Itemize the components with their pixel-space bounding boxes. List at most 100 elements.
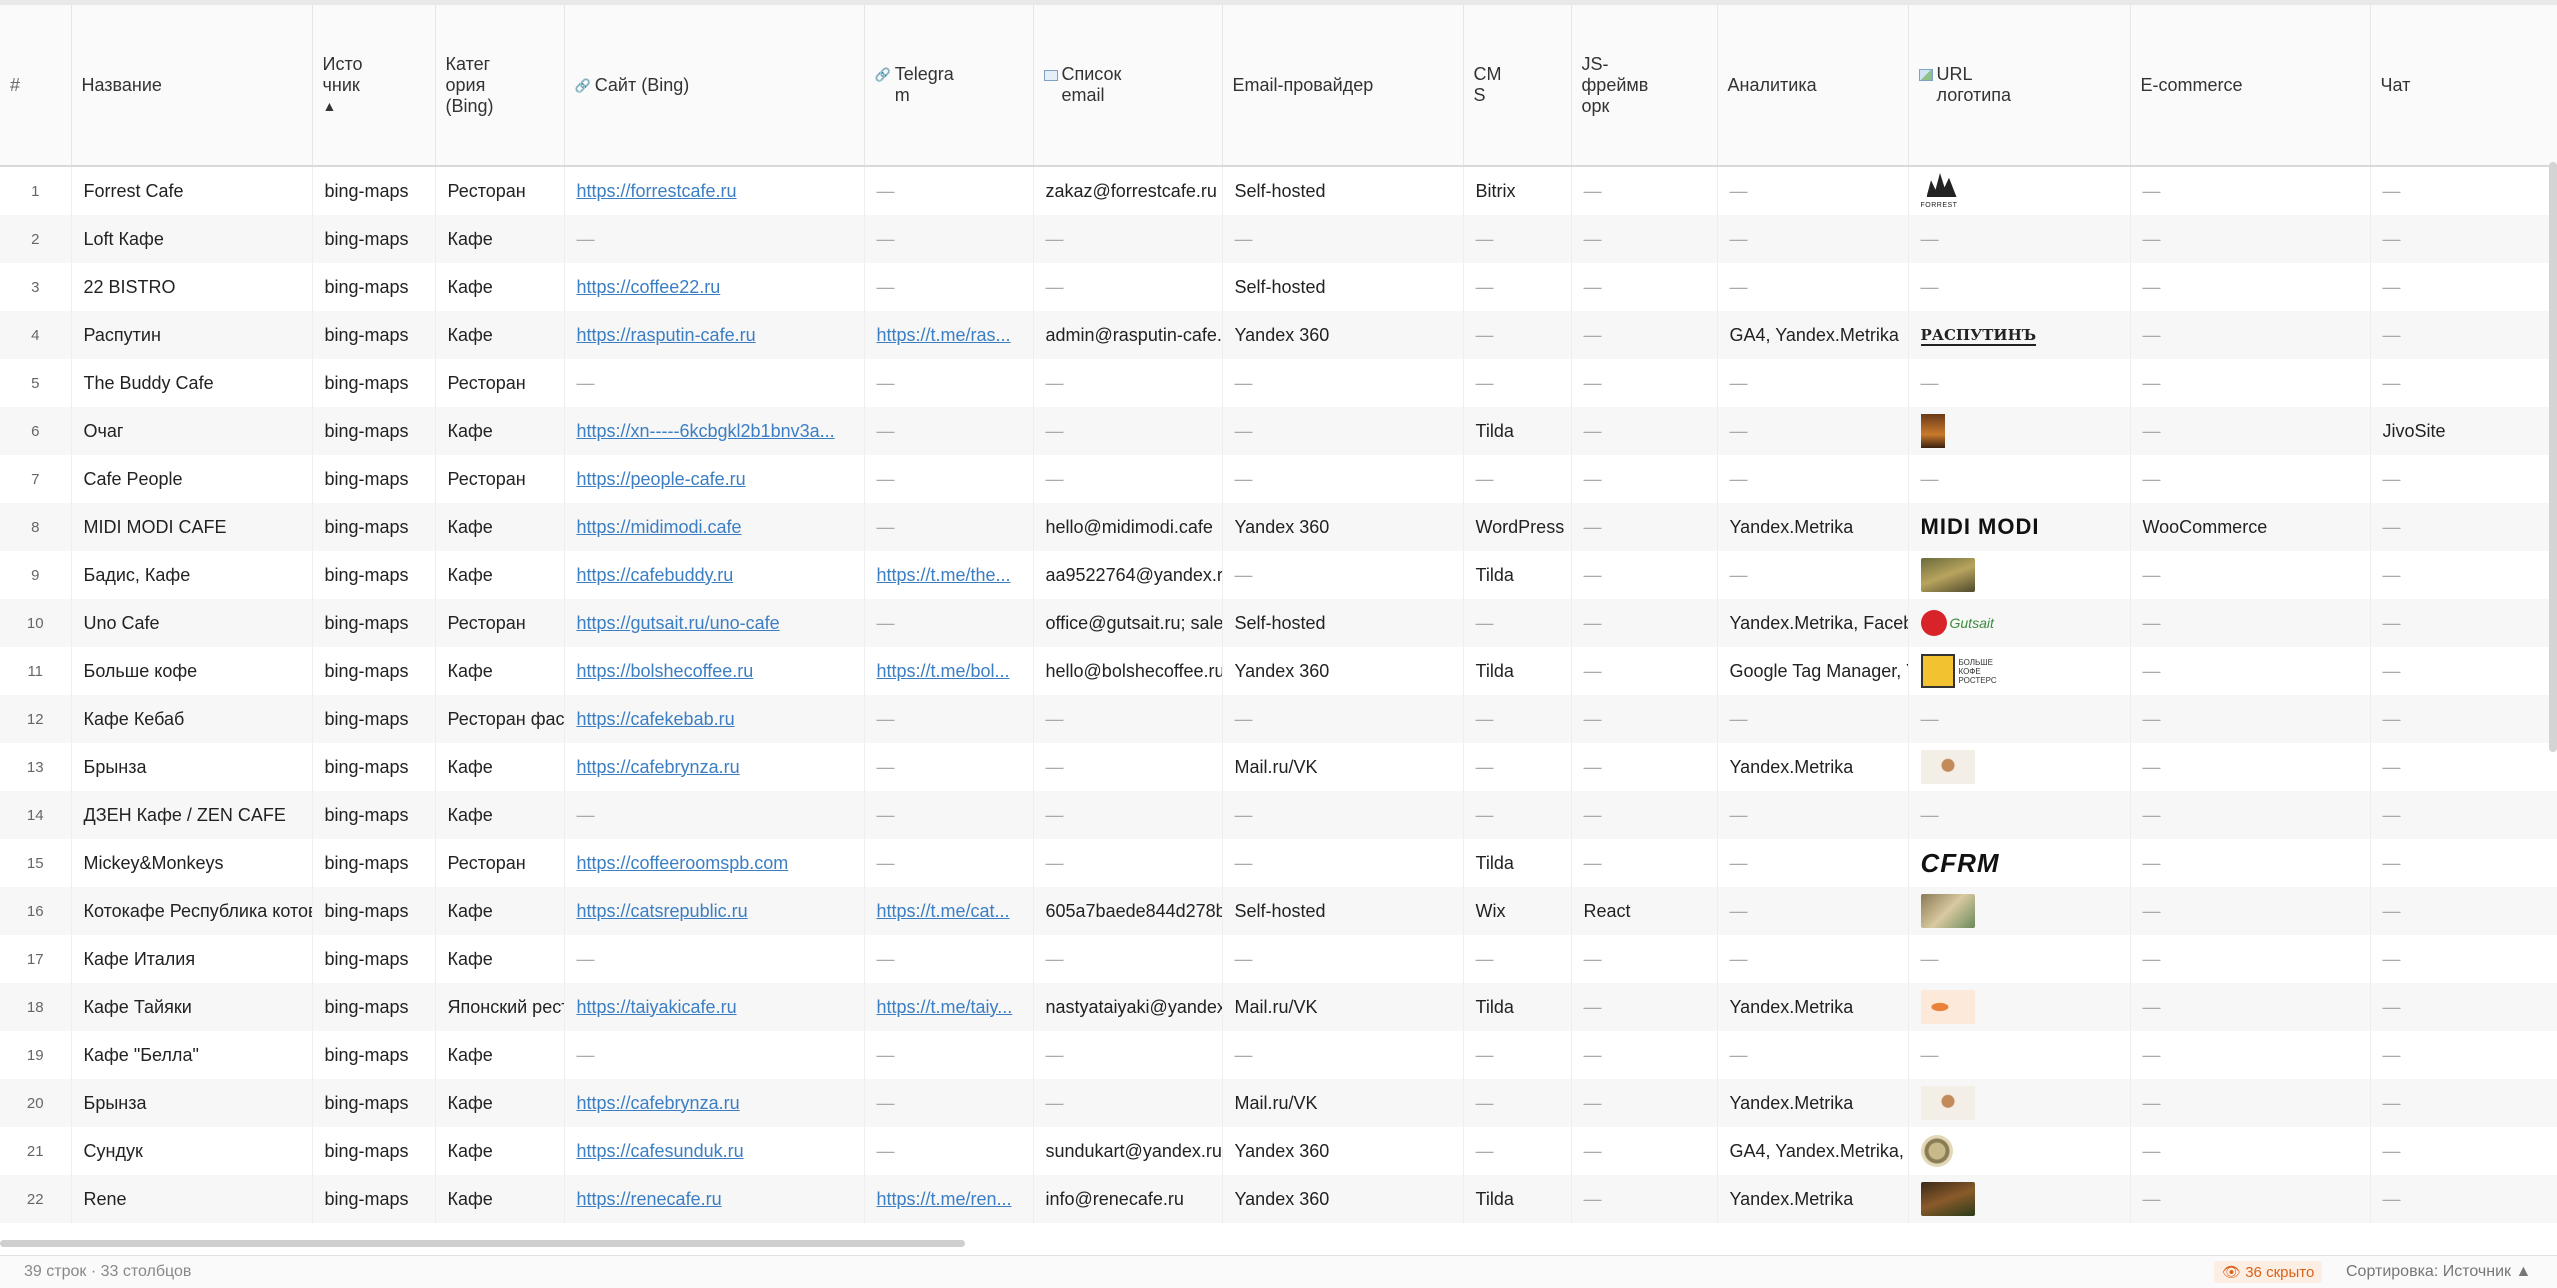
cell-category[interactable]: Кафе — [435, 791, 565, 839]
cell-analytics[interactable]: — — [1717, 551, 1909, 599]
cell-analytics[interactable]: Yandex.Metrika, Facebo — [1717, 599, 1909, 647]
cell-logo[interactable] — [1908, 166, 2131, 215]
table-row[interactable]: 5 The Buddy Cafe bing-maps Ресторан — — — — — — — —… — [0, 359, 2557, 407]
cell-ecommerce[interactable]: — — [2130, 407, 2371, 455]
cell-num[interactable]: 11 — [0, 647, 72, 695]
cell-emails[interactable]: — — [1033, 743, 1223, 791]
table-row[interactable]: 13 Брынза bing-maps Кафе https://cafebrynza.… — [0, 743, 2557, 791]
cell-emails[interactable]: nastyataiyaki@yandex — [1033, 983, 1223, 1031]
telegram-link[interactable]: https://t.me/ren... — [877, 1189, 1012, 1209]
cell-name[interactable]: Распутин — [71, 311, 313, 359]
cell-logo[interactable]: БОЛЬШЕ КОФЕ РОСТЕРС — [1908, 647, 2131, 695]
cell-js[interactable]: — — [1571, 791, 1718, 839]
cell-emails[interactable]: hello@bolshecoffee.ru — [1033, 647, 1223, 695]
cell-emails[interactable]: office@gutsait.ru; sale — [1033, 599, 1223, 647]
cell-js[interactable]: — — [1571, 935, 1718, 983]
cell-telegram[interactable]: — — [864, 455, 1034, 503]
cell-email-provider[interactable]: Yandex 360 — [1222, 1127, 1464, 1175]
cell-cms[interactable]: — — [1463, 1127, 1572, 1175]
cell-emails[interactable]: — — [1033, 455, 1223, 503]
cell-emails[interactable]: hello@midimodi.cafe — [1033, 503, 1223, 551]
table-row[interactable]: 22 Rene bing-maps Кафе https://renecafe.ru ht… — [0, 1175, 2557, 1223]
cell-source[interactable]: bing-maps — [312, 935, 436, 983]
cell-site[interactable]: https://cafebrynza.ru — [564, 1079, 865, 1127]
cell-source[interactable]: bing-maps — [312, 1175, 436, 1223]
cell-source[interactable]: bing-maps — [312, 1127, 436, 1175]
cell-site[interactable]: https://cafesunduk.ru — [564, 1127, 865, 1175]
cell-emails[interactable]: aa9522764@yandex.ru — [1033, 551, 1223, 599]
cell-site[interactable]: https://rasputin-cafe.ru — [564, 311, 865, 359]
cell-email-provider[interactable]: — — [1222, 791, 1464, 839]
cell-site[interactable]: https://cafebrynza.ru — [564, 743, 865, 791]
cell-source[interactable]: bing-maps — [312, 455, 436, 503]
cell-source[interactable]: bing-maps — [312, 887, 436, 935]
cell-logo[interactable] — [1908, 407, 2131, 455]
cell-email-provider[interactable]: — — [1222, 359, 1464, 407]
cell-ecommerce[interactable]: — — [2130, 551, 2371, 599]
sort-indicator[interactable]: Сортировка: Источник ▲ — [2346, 1263, 2531, 1281]
cell-site[interactable]: https://forrestcafe.ru — [564, 166, 865, 215]
cell-telegram[interactable]: https://t.me/cat... — [864, 887, 1034, 935]
table-row[interactable]: 2 Loft Кафе bing-maps Кафе — — — — — — — — — — — [0, 215, 2557, 263]
cell-ecommerce[interactable]: — — [2130, 599, 2371, 647]
cell-telegram[interactable]: — — [864, 503, 1034, 551]
cell-analytics[interactable]: GA4, Yandex.Metrika — [1717, 311, 1909, 359]
cell-email-provider[interactable]: — — [1222, 455, 1464, 503]
cell-telegram[interactable]: https://t.me/taiy... — [864, 983, 1034, 1031]
cell-source[interactable]: bing-maps — [312, 359, 436, 407]
cell-num[interactable]: 3 — [0, 263, 72, 311]
cell-source[interactable]: bing-maps — [312, 215, 436, 263]
cell-email-provider[interactable]: — — [1222, 551, 1464, 599]
cell-name[interactable]: Loft Кафе — [71, 215, 313, 263]
table-row[interactable]: 8 MIDI MODI CAFE bing-maps Кафе https://midi… — [0, 503, 2557, 551]
cell-logo[interactable]: — — [1908, 455, 2131, 503]
cell-ecommerce[interactable]: — — [2130, 887, 2371, 935]
cell-ecommerce[interactable]: — — [2130, 743, 2371, 791]
cell-name[interactable]: Rene — [71, 1175, 313, 1223]
cell-email-provider[interactable]: Self-hosted — [1222, 887, 1464, 935]
cell-source[interactable]: bing-maps — [312, 839, 436, 887]
cell-emails[interactable]: — — [1033, 407, 1223, 455]
table-row[interactable]: 11 Больше кофе bing-maps Кафе https://bolshe… — [0, 647, 2557, 695]
cell-chat[interactable]: — — [2370, 1079, 2557, 1127]
cell-num[interactable]: 20 — [0, 1079, 72, 1127]
column-header-logo-url[interactable]: URL логотипа — [1908, 0, 2131, 167]
cell-source[interactable]: bing-maps — [312, 791, 436, 839]
cell-email-provider[interactable]: — — [1222, 839, 1464, 887]
table-row[interactable]: 10 Uno Cafe bing-maps Ресторан https://gutsa… — [0, 599, 2557, 647]
cell-email-provider[interactable]: Self-hosted — [1222, 599, 1464, 647]
cell-chat[interactable]: — — [2370, 551, 2557, 599]
cell-chat[interactable]: — — [2370, 935, 2557, 983]
cell-ecommerce[interactable]: — — [2130, 839, 2371, 887]
cell-cms[interactable]: Tilda — [1463, 551, 1572, 599]
table-row[interactable]: 17 Кафе Италия bing-maps Кафе — — — — — — — — — — — [0, 935, 2557, 983]
cell-category[interactable]: Ресторан — [435, 455, 565, 503]
cell-category[interactable]: Кафе — [435, 647, 565, 695]
cell-num[interactable]: 10 — [0, 599, 72, 647]
cell-site[interactable]: — — [564, 791, 865, 839]
cell-ecommerce[interactable]: — — [2130, 311, 2371, 359]
cell-analytics[interactable]: — — [1717, 1031, 1909, 1079]
cell-analytics[interactable]: — — [1717, 791, 1909, 839]
cell-logo[interactable]: CFRM — [1908, 839, 2131, 887]
cell-ecommerce[interactable]: — — [2130, 1175, 2371, 1223]
column-header-js[interactable]: JS- фреймв орк — [1571, 0, 1718, 167]
cell-email-provider[interactable]: Mail.ru/VK — [1222, 983, 1464, 1031]
cell-ecommerce[interactable]: — — [2130, 983, 2371, 1031]
cell-chat[interactable]: — — [2370, 743, 2557, 791]
hidden-columns-badge[interactable]: 👁 36 скрыто — [2214, 1261, 2323, 1283]
cell-js[interactable]: — — [1571, 695, 1718, 743]
column-header-ecommerce[interactable]: E-commerce — [2130, 0, 2371, 167]
cell-site[interactable]: https://taiyakicafe.ru — [564, 983, 865, 1031]
cell-logo[interactable] — [1908, 1127, 2131, 1175]
cell-email-provider[interactable]: — — [1222, 695, 1464, 743]
cell-cms[interactable]: — — [1463, 215, 1572, 263]
cell-site[interactable]: https://coffee22.ru — [564, 263, 865, 311]
cell-num[interactable]: 13 — [0, 743, 72, 791]
cell-telegram[interactable]: https://t.me/ras... — [864, 311, 1034, 359]
cell-category[interactable]: Ресторан — [435, 599, 565, 647]
site-link[interactable]: https://people-cafe.ru — [577, 469, 746, 489]
cell-js[interactable]: — — [1571, 1031, 1718, 1079]
cell-num[interactable]: 12 — [0, 695, 72, 743]
cell-analytics[interactable]: — — [1717, 359, 1909, 407]
